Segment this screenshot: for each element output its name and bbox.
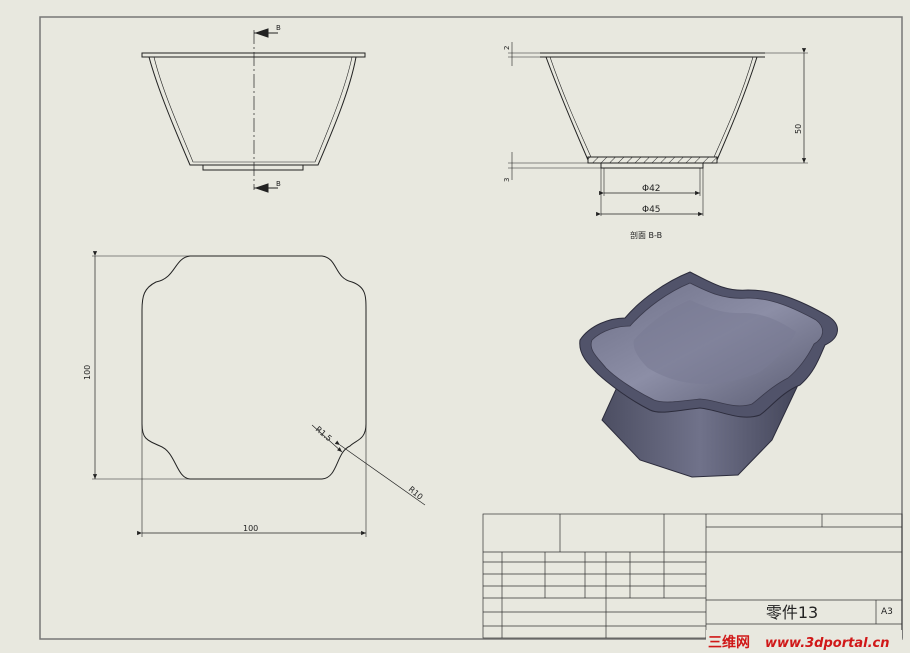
- section-base-hatch: [587, 156, 718, 164]
- watermark: 三维网 www.3dportal.cn: [706, 630, 902, 652]
- drawing-sheet: B B 2 3 50 Φ42 Φ45 剖面 B-B 100 100 R1.5 R…: [0, 0, 910, 653]
- dim-width-value: 100: [243, 524, 258, 533]
- dim-height-value: 100: [83, 365, 92, 380]
- dim-d42-value: Φ42: [642, 184, 661, 194]
- part-name: 零件13: [766, 603, 818, 622]
- section-label-top: B: [276, 24, 281, 32]
- watermark-url: www.3dportal.cn: [765, 636, 889, 651]
- section-label-bottom: B: [276, 180, 281, 188]
- dim-d45-value: Φ45: [642, 205, 661, 215]
- section-view-caption: 剖面 B-B: [630, 230, 662, 240]
- dim-lip-value: 2: [503, 46, 511, 50]
- watermark-text-cn: 三维网: [708, 634, 750, 651]
- dim-base-value: 3: [503, 178, 511, 182]
- sheet-size: A3: [881, 607, 893, 617]
- dim-depth-value: 50: [794, 124, 803, 134]
